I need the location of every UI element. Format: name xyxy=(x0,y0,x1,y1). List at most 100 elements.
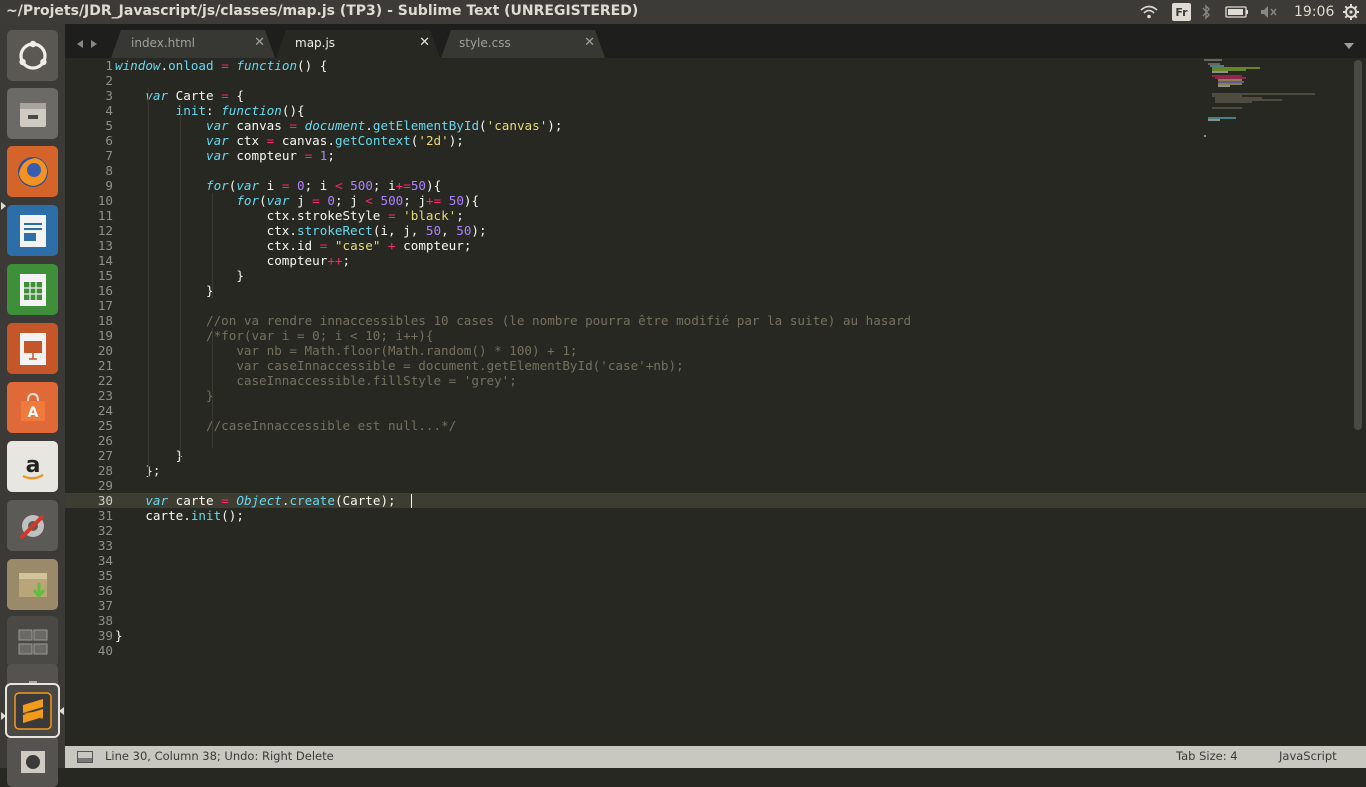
close-icon[interactable]: ✕ xyxy=(254,35,265,50)
line-number: 18 xyxy=(97,313,113,328)
tab-index-html[interactable]: index.html ✕ xyxy=(111,30,275,58)
tab-scroll-left-icon[interactable] xyxy=(75,34,85,53)
impress-icon[interactable] xyxy=(7,323,58,374)
code-line[interactable]: var Carte = { xyxy=(115,88,244,103)
software-center-icon[interactable]: A xyxy=(7,382,58,433)
svg-text:A: A xyxy=(27,405,38,421)
keyboard-layout-indicator[interactable]: Fr xyxy=(1172,3,1191,21)
line-number: 31 xyxy=(97,508,113,523)
clock[interactable]: 19:06 xyxy=(1294,4,1334,20)
firefox-icon[interactable] xyxy=(7,146,58,197)
close-icon[interactable]: ✕ xyxy=(584,35,595,50)
workspace-switcher-icon[interactable] xyxy=(7,616,58,667)
code-line[interactable]: caseInnaccessible.fillStyle = 'grey'; xyxy=(115,373,517,388)
code-line[interactable]: } xyxy=(115,283,214,298)
system-settings-icon[interactable] xyxy=(7,500,58,551)
indent-guide xyxy=(180,103,181,463)
running-app-indicator xyxy=(1,202,6,210)
focused-app-highlight xyxy=(5,683,60,738)
code-line[interactable]: }; xyxy=(115,463,160,478)
text-caret xyxy=(411,494,412,508)
code-line[interactable]: var carte = Object.create(Carte); xyxy=(115,493,395,508)
code-line[interactable]: window.onload = function() { xyxy=(115,58,327,73)
line-number: 12 xyxy=(97,223,113,238)
status-bar: Line 30, Column 38; Undo: Right Delete T… xyxy=(65,746,1366,768)
wifi-icon[interactable] xyxy=(1138,0,1160,24)
line-number: 36 xyxy=(97,583,113,598)
tab-label: style.css xyxy=(459,36,511,50)
code-line[interactable]: carte.init(); xyxy=(115,508,244,523)
amazon-icon[interactable]: a xyxy=(7,441,58,492)
code-line[interactable]: var nb = Math.floor(Math.random() * 100)… xyxy=(115,343,577,358)
line-number: 21 xyxy=(97,358,113,373)
line-number: 27 xyxy=(97,448,113,463)
code-line[interactable]: /*for(var i = 0; i < 10; i++){ xyxy=(115,328,433,343)
svg-text:a: a xyxy=(25,453,40,478)
archive-manager-icon[interactable] xyxy=(7,559,58,610)
code-line[interactable]: var ctx = canvas.getContext('2d'); xyxy=(115,133,464,148)
code-line[interactable]: for(var i = 0; i < 500; i+=50){ xyxy=(115,178,441,193)
close-icon[interactable]: ✕ xyxy=(419,35,430,50)
line-number: 8 xyxy=(105,163,113,178)
tab-label: map.js xyxy=(295,36,336,50)
code-line[interactable]: } xyxy=(115,448,184,463)
line-number: 24 xyxy=(97,403,113,418)
tab-scroll-right-icon[interactable] xyxy=(89,34,99,53)
code-line[interactable]: ctx.id = "case" + compteur; xyxy=(115,238,472,253)
code-line[interactable]: //on va rendre innaccessibles 10 cases (… xyxy=(115,313,911,328)
code-line[interactable]: compteur++; xyxy=(115,253,350,268)
tab-style-css[interactable]: style.css ✕ xyxy=(441,30,605,58)
line-number: 11 xyxy=(97,208,113,223)
tab-map-js[interactable]: map.js ✕ xyxy=(276,30,440,58)
line-number: 2 xyxy=(105,73,113,88)
line-number: 20 xyxy=(97,343,113,358)
trash-icon[interactable] xyxy=(7,736,58,787)
line-number: 26 xyxy=(97,433,113,448)
line-number-gutter: 1 2 3 4 5 6 7 8 9 10 11 12 13 14 15 16 17 18 19 20 21 22 23 24 2… xyxy=(65,58,113,746)
line-number: 7 xyxy=(105,148,113,163)
line-number: 33 xyxy=(97,538,113,553)
files-icon[interactable] xyxy=(7,88,58,139)
minimap[interactable] xyxy=(1202,58,1352,148)
volume-muted-icon[interactable] xyxy=(1258,0,1280,24)
line-number: 35 xyxy=(97,568,113,583)
tab-label: index.html xyxy=(131,36,195,50)
code-line[interactable]: for(var j = 0; j < 500; j+= 50){ xyxy=(115,193,479,208)
code-editor[interactable]: 1 2 3 4 5 6 7 8 9 10 11 12 13 14 15 16 17 18 19 20 21 22 23 24 2… xyxy=(65,58,1366,746)
code-line[interactable]: var caseInnaccessible = document.getElem… xyxy=(115,358,683,373)
line-number: 32 xyxy=(97,523,113,538)
line-number: 14 xyxy=(97,253,113,268)
top-panel: ~/Projets/JDR_Javascript/js/classes/map.… xyxy=(0,0,1366,24)
calc-icon[interactable] xyxy=(7,264,58,315)
writer-icon[interactable] xyxy=(7,205,58,256)
line-number: 28 xyxy=(97,463,113,478)
tab-bar: index.html ✕ map.js ✕ style.css ✕ xyxy=(65,24,1366,58)
syntax-selector[interactable]: JavaScript xyxy=(1279,749,1337,763)
line-number: 19 xyxy=(97,328,113,343)
indent-guide xyxy=(212,328,213,448)
line-number: 29 xyxy=(97,478,113,493)
code-line[interactable]: } xyxy=(115,628,123,643)
line-number: 4 xyxy=(105,103,113,118)
line-number: 22 xyxy=(97,373,113,388)
tab-list-dropdown-icon[interactable] xyxy=(1343,36,1355,55)
focused-app-indicator xyxy=(59,707,64,715)
code-line[interactable]: init: function(){ xyxy=(115,103,305,118)
line-number: 37 xyxy=(97,598,113,613)
line-number: 39 xyxy=(97,628,113,643)
code-line[interactable]: } xyxy=(115,388,214,403)
line-number: 6 xyxy=(105,133,113,148)
code-line[interactable]: var canvas = document.getElementById('ca… xyxy=(115,118,562,133)
indent-guide xyxy=(148,88,149,478)
code-line[interactable]: //caseInnaccessible est null...*/ xyxy=(115,418,456,433)
ubuntu-dash-icon[interactable] xyxy=(7,30,58,81)
power-gear-icon[interactable] xyxy=(1340,0,1362,24)
panel-toggle-icon[interactable] xyxy=(77,751,93,766)
line-number: 16 xyxy=(97,283,113,298)
bluetooth-icon[interactable] xyxy=(1198,0,1214,24)
code-line[interactable]: ctx.strokeRect(i, j, 50, 50); xyxy=(115,223,487,238)
tab-size-selector[interactable]: Tab Size: 4 xyxy=(1176,749,1238,763)
code-line[interactable]: ctx.strokeStyle = 'black'; xyxy=(115,208,464,223)
vertical-scrollbar[interactable] xyxy=(1354,60,1362,430)
battery-icon[interactable] xyxy=(1224,0,1250,24)
